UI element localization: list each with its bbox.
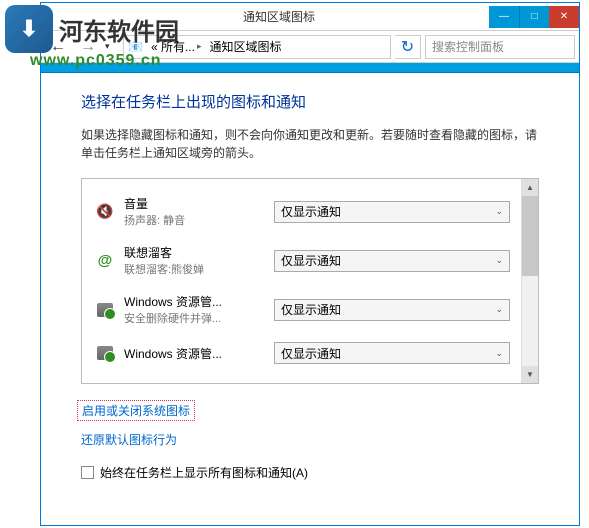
window-buttons: — □ ✕	[489, 6, 579, 28]
behavior-select[interactable]: 仅显示通知 ⌄	[274, 250, 510, 272]
system-icons-link[interactable]: 启用或关闭系统图标	[77, 400, 195, 421]
checkbox-label[interactable]: 始终在任务栏上显示所有图标和通知(A)	[100, 464, 308, 481]
item-text: Windows 资源管... 安全删除硬件并弹...	[124, 293, 264, 326]
breadcrumb-seg-current[interactable]: 通知区域图标	[206, 38, 286, 55]
item-title: 音量	[124, 195, 264, 212]
scrollbar[interactable]: ▲ ▼	[521, 179, 538, 383]
restore-defaults-link[interactable]: 还原默认图标行为	[81, 431, 177, 448]
control-panel-window: 通知区域图标 — □ ✕ ← → ▾ 📧 « 所有... ▸ 通知区域图标 ↻ …	[40, 2, 580, 526]
speaker-icon: 🔇	[96, 203, 114, 221]
select-value: 仅显示通知	[281, 301, 341, 318]
scroll-up-button[interactable]: ▲	[522, 179, 538, 196]
scroll-thumb[interactable]	[522, 196, 538, 276]
list-item: @ 联想溜客 联想溜客:熊俊婵 仅显示通知 ⌄	[82, 236, 538, 285]
item-text: 联想溜客 联想溜客:熊俊婵	[124, 244, 264, 277]
refresh-button[interactable]: ↻	[395, 35, 421, 59]
list-item: 🔇 音量 扬声器: 静音 仅显示通知 ⌄	[82, 187, 538, 236]
item-subtitle: 联想溜客:熊俊婵	[124, 261, 264, 277]
icon-list-panel: 🔇 音量 扬声器: 静音 仅显示通知 ⌄ @ 联想溜客 联想溜客:熊俊婵 仅显示…	[81, 178, 539, 384]
page-description: 如果选择隐藏图标和通知，则不会向你通知更改和更新。若要随时查看隐藏的图标，请单击…	[81, 126, 539, 162]
minimize-button[interactable]: —	[489, 6, 519, 28]
list-item: Windows 资源管... 仅显示通知 ⌄	[82, 334, 538, 372]
always-show-checkbox-row: 始终在任务栏上显示所有图标和通知(A)	[81, 464, 539, 481]
item-subtitle: 安全删除硬件并弹...	[124, 310, 264, 326]
scroll-down-button[interactable]: ▼	[522, 366, 538, 383]
item-text: 音量 扬声器: 静音	[124, 195, 264, 228]
search-input[interactable]: 搜索控制面板	[425, 35, 575, 59]
chevron-down-icon: ⌄	[495, 348, 503, 359]
item-title: 联想溜客	[124, 244, 264, 261]
always-show-checkbox[interactable]	[81, 466, 94, 479]
watermark-logo: ⬇ 河东软件园	[5, 5, 179, 53]
behavior-select[interactable]: 仅显示通知 ⌄	[274, 201, 510, 223]
usb-eject-icon	[96, 301, 114, 319]
select-value: 仅显示通知	[281, 203, 341, 220]
usb-eject-icon	[96, 344, 114, 362]
links-section: 启用或关闭系统图标 还原默认图标行为	[81, 400, 539, 458]
watermark-url: www.pc0359.cn	[30, 52, 162, 70]
item-subtitle: 扬声器: 静音	[124, 212, 264, 228]
search-placeholder: 搜索控制面板	[432, 38, 504, 55]
chevron-down-icon: ⌄	[495, 255, 503, 266]
item-title: Windows 资源管...	[124, 345, 264, 362]
at-icon: @	[96, 252, 114, 270]
behavior-select[interactable]: 仅显示通知 ⌄	[274, 299, 510, 321]
watermark-sitename: 河东软件园	[59, 12, 179, 47]
chevron-right-icon: ▸	[197, 41, 202, 52]
watermark-badge: ⬇	[5, 5, 53, 53]
behavior-select[interactable]: 仅显示通知 ⌄	[274, 342, 510, 364]
chevron-down-icon: ⌄	[495, 304, 503, 315]
item-text: Windows 资源管...	[124, 345, 264, 362]
maximize-button[interactable]: □	[519, 6, 549, 28]
select-value: 仅显示通知	[281, 345, 341, 362]
item-title: Windows 资源管...	[124, 293, 264, 310]
chevron-down-icon: ⌄	[495, 206, 503, 217]
close-button[interactable]: ✕	[549, 6, 579, 28]
content-area: 选择在任务栏上出现的图标和通知 如果选择隐藏图标和通知，则不会向你通知更改和更新…	[41, 73, 579, 491]
select-value: 仅显示通知	[281, 252, 341, 269]
list-item: Windows 资源管... 安全删除硬件并弹... 仅显示通知 ⌄	[82, 285, 538, 334]
breadcrumb-label: 通知区域图标	[210, 38, 282, 55]
page-title: 选择在任务栏上出现的图标和通知	[81, 91, 539, 112]
